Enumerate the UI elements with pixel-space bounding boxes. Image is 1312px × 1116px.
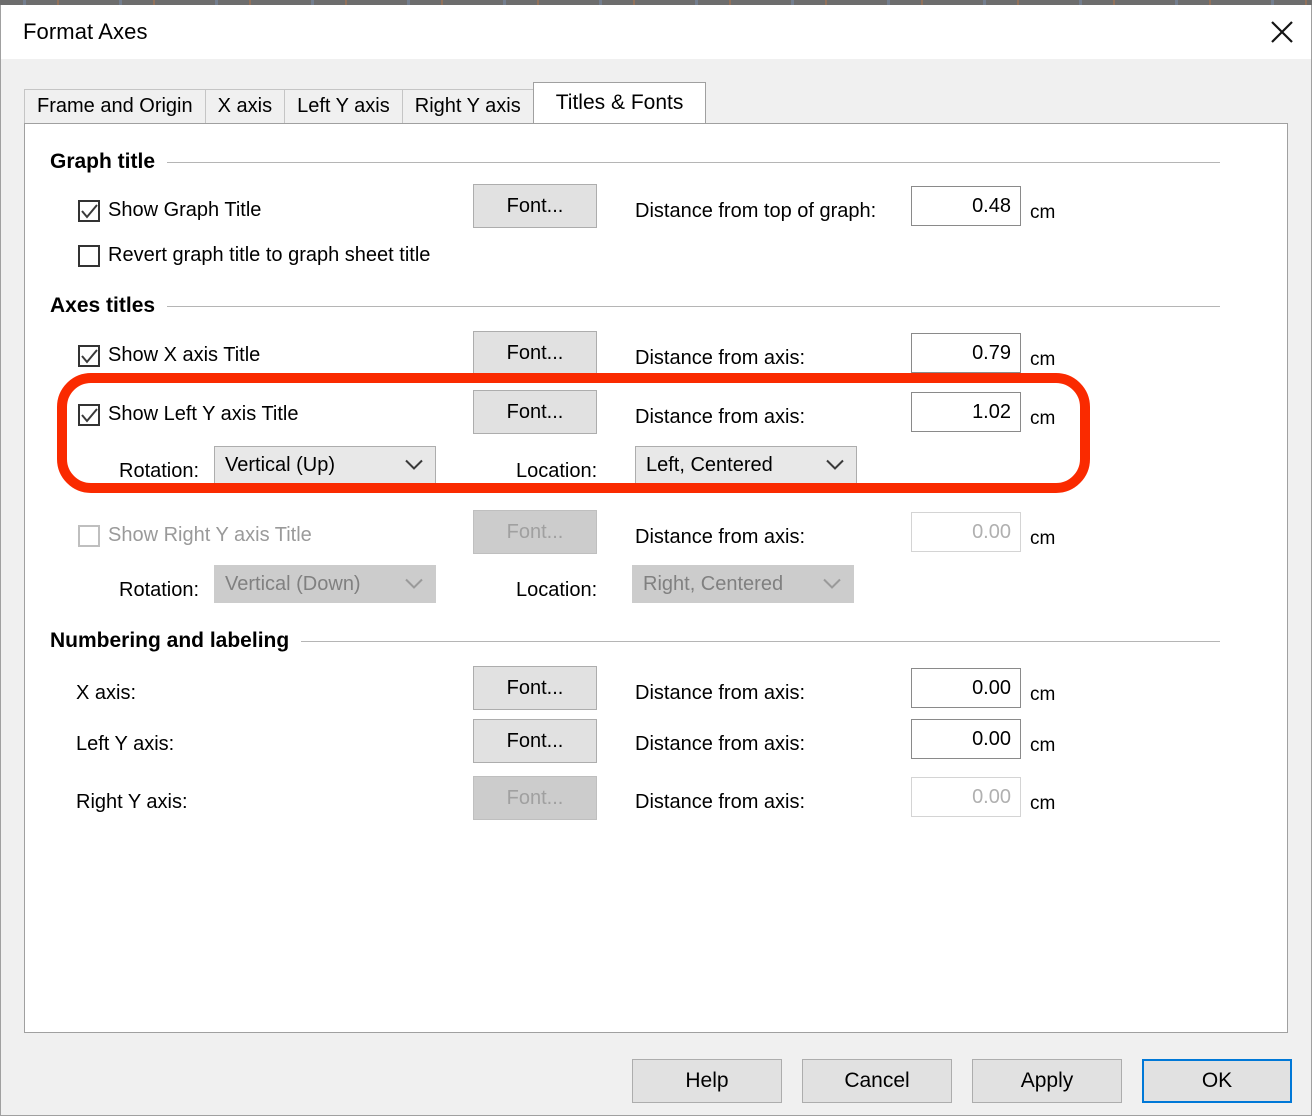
tab-left-y-axis[interactable]: Left Y axis — [284, 89, 403, 123]
show-x-axis-title-label: Show X axis Title — [108, 344, 260, 367]
numbering-x-axis-font-button[interactable]: Font... — [473, 666, 597, 710]
numbering-left-y-axis-distance-unit: cm — [1030, 735, 1055, 757]
left-y-axis-title-distance-input[interactable]: 1.02 — [911, 392, 1021, 432]
dialog-footer: Help Cancel Apply OK — [1, 1033, 1311, 1115]
numbering-x-axis-distance-input[interactable]: 0.00 — [911, 668, 1021, 708]
close-icon — [1269, 19, 1295, 45]
numbering-right-y-axis-distance-input: 0.00 — [911, 777, 1021, 817]
right-y-axis-rotation-value: Vertical (Down) — [225, 573, 361, 596]
left-y-axis-location-select[interactable]: Left, Centered — [635, 446, 857, 484]
tab-x-axis[interactable]: X axis — [205, 89, 285, 123]
show-left-y-axis-title-label: Show Left Y axis Title — [108, 403, 298, 426]
x-axis-title-distance-input[interactable]: 0.79 — [911, 333, 1021, 373]
right-y-axis-title-distance-label: Distance from axis: — [635, 526, 805, 549]
group-header-numbering: Numbering and labeling — [50, 629, 1220, 653]
close-button[interactable] — [1253, 5, 1311, 59]
numbering-right-y-axis-font-button: Font... — [473, 776, 597, 820]
numbering-x-axis-label: X axis: — [76, 682, 136, 705]
numbering-left-y-axis-font-button[interactable]: Font... — [473, 719, 597, 763]
chevron-down-icon — [826, 454, 844, 477]
group-header-rule — [301, 641, 1220, 642]
numbering-right-y-axis-distance-unit: cm — [1030, 793, 1055, 815]
tab-right-y-axis[interactable]: Right Y axis — [402, 89, 534, 123]
show-x-axis-title-checkbox[interactable] — [78, 345, 100, 367]
right-y-axis-location-value: Right, Centered — [643, 573, 783, 596]
tab-frame-and-origin[interactable]: Frame and Origin — [24, 89, 206, 123]
numbering-right-y-axis-distance-label: Distance from axis: — [635, 791, 805, 814]
graph-title-font-button[interactable]: Font... — [473, 184, 597, 228]
group-header-rule — [167, 306, 1220, 307]
dialog-titlebar: Format Axes — [1, 5, 1311, 59]
left-y-axis-title-font-button[interactable]: Font... — [473, 390, 597, 434]
cancel-button[interactable]: Cancel — [802, 1059, 952, 1103]
numbering-left-y-axis-distance-input[interactable]: 0.00 — [911, 719, 1021, 759]
numbering-x-axis-distance-unit: cm — [1030, 684, 1055, 706]
chevron-down-icon — [405, 454, 423, 477]
chevron-down-icon — [405, 573, 423, 596]
show-right-y-axis-title-checkbox-row: Show Right Y axis Title — [78, 524, 312, 547]
show-graph-title-checkbox-row[interactable]: Show Graph Title — [78, 199, 261, 222]
revert-graph-title-checkbox-row[interactable]: Revert graph title to graph sheet title — [78, 244, 430, 267]
group-header-graph-title: Graph title — [50, 150, 1220, 174]
left-y-axis-rotation-value: Vertical (Up) — [225, 454, 335, 477]
show-left-y-axis-title-checkbox-row[interactable]: Show Left Y axis Title — [78, 403, 298, 426]
numbering-right-y-axis-label: Right Y axis: — [76, 791, 188, 814]
right-y-axis-title-distance-input: 0.00 — [911, 512, 1021, 552]
group-header-axes-titles-label: Axes titles — [50, 294, 167, 318]
show-right-y-axis-title-label: Show Right Y axis Title — [108, 524, 312, 547]
left-y-axis-title-distance-unit: cm — [1030, 408, 1055, 430]
group-header-rule — [167, 162, 1220, 163]
right-y-axis-location-label: Location: — [516, 579, 597, 602]
graph-title-distance-label: Distance from top of graph: — [635, 200, 876, 223]
left-y-axis-location-label: Location: — [516, 460, 597, 483]
show-right-y-axis-title-checkbox — [78, 525, 100, 547]
graph-title-distance-input[interactable]: 0.48 — [911, 186, 1021, 226]
tab-panel-titles-and-fonts: Graph title Show Graph Title Font... Dis… — [24, 123, 1288, 1033]
screen: Format Axes Frame and Origin X axis Left… — [0, 0, 1312, 1116]
dialog-body: Frame and Origin X axis Left Y axis Righ… — [1, 59, 1311, 1115]
help-button[interactable]: Help — [632, 1059, 782, 1103]
group-header-numbering-label: Numbering and labeling — [50, 629, 301, 653]
dialog-title: Format Axes — [23, 19, 148, 45]
format-axes-dialog: Format Axes Frame and Origin X axis Left… — [0, 5, 1312, 1116]
show-graph-title-label: Show Graph Title — [108, 199, 261, 222]
x-axis-title-distance-unit: cm — [1030, 349, 1055, 371]
revert-graph-title-checkbox[interactable] — [78, 245, 100, 267]
left-y-axis-rotation-select[interactable]: Vertical (Up) — [214, 446, 436, 484]
show-left-y-axis-title-checkbox[interactable] — [78, 404, 100, 426]
revert-graph-title-label: Revert graph title to graph sheet title — [108, 244, 430, 267]
left-y-axis-location-value: Left, Centered — [646, 454, 773, 477]
right-y-axis-rotation-select: Vertical (Down) — [214, 565, 436, 603]
left-y-axis-rotation-label: Rotation: — [119, 460, 199, 483]
right-y-axis-title-font-button: Font... — [473, 510, 597, 554]
group-header-graph-title-label: Graph title — [50, 150, 167, 174]
numbering-left-y-axis-label: Left Y axis: — [76, 733, 174, 756]
tab-titles-and-fonts[interactable]: Titles & Fonts — [533, 82, 707, 123]
right-y-axis-title-distance-unit: cm — [1030, 528, 1055, 550]
graph-title-distance-unit: cm — [1030, 202, 1055, 224]
chevron-down-icon — [823, 573, 841, 596]
right-y-axis-location-select: Right, Centered — [632, 565, 854, 603]
group-header-axes-titles: Axes titles — [50, 294, 1220, 318]
right-y-axis-rotation-label: Rotation: — [119, 579, 199, 602]
x-axis-title-distance-label: Distance from axis: — [635, 347, 805, 370]
numbering-left-y-axis-distance-label: Distance from axis: — [635, 733, 805, 756]
show-graph-title-checkbox[interactable] — [78, 200, 100, 222]
tab-bar: Frame and Origin X axis Left Y axis Righ… — [24, 85, 705, 123]
show-x-axis-title-checkbox-row[interactable]: Show X axis Title — [78, 344, 260, 367]
apply-button[interactable]: Apply — [972, 1059, 1122, 1103]
numbering-x-axis-distance-label: Distance from axis: — [635, 682, 805, 705]
left-y-axis-title-distance-label: Distance from axis: — [635, 406, 805, 429]
x-axis-title-font-button[interactable]: Font... — [473, 331, 597, 375]
ok-button[interactable]: OK — [1142, 1059, 1292, 1103]
